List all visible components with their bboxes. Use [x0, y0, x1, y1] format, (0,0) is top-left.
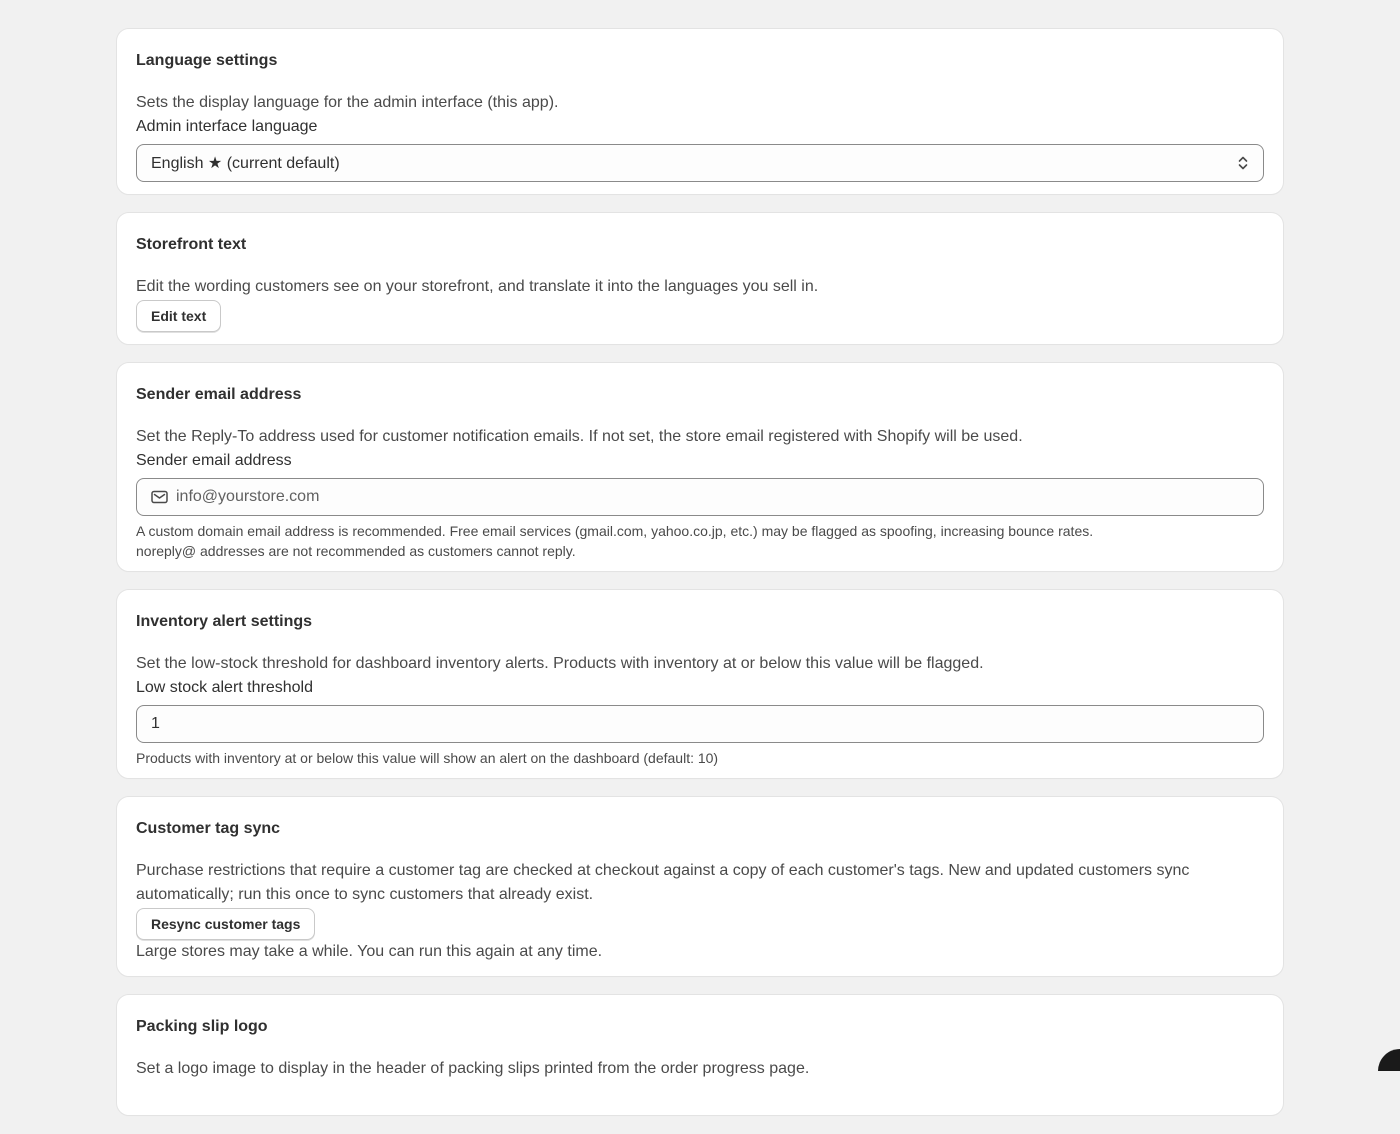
language-settings-card: Language settings Sets the display langu… [117, 29, 1283, 194]
help-text: Products with inventory at or below this… [136, 750, 719, 766]
card-title: Customer tag sync [136, 820, 281, 837]
low-stock-threshold-input[interactable]: 1 [136, 705, 1264, 743]
field-label: Sender email address [136, 452, 292, 469]
input-placeholder: info@yourstore.com [176, 488, 320, 505]
admin-language-select[interactable]: English ★ (current default) [136, 144, 1264, 182]
sender-email-input[interactable]: info@yourstore.com [136, 478, 1264, 516]
help-text: A custom domain email address is recomme… [136, 521, 1264, 561]
customer-tag-sync-card: Customer tag sync Purchase restrictions … [117, 797, 1283, 976]
card-title: Storefront text [136, 236, 247, 253]
card-title: Packing slip logo [136, 1018, 268, 1035]
chevron-up-down-icon [1237, 154, 1249, 172]
help-text-line-2: noreply@ addresses are not recommended a… [136, 543, 576, 559]
select-value: English ★ (current default) [151, 155, 340, 172]
help-text-line-1: A custom domain email address is recomme… [136, 523, 1094, 539]
field-label: Admin interface language [136, 118, 318, 135]
card-title: Language settings [136, 52, 278, 69]
mail-icon [151, 490, 168, 504]
card-title: Inventory alert settings [136, 613, 313, 630]
field-label: Low stock alert threshold [136, 679, 313, 696]
sender-email-card: Sender email address Set the Reply-To ad… [117, 363, 1283, 571]
card-description: Set the Reply-To address used for custom… [136, 428, 1023, 445]
inventory-alert-card: Inventory alert settings Set the low-sto… [117, 590, 1283, 778]
card-description: Purchase restrictions that require a cus… [136, 862, 1190, 903]
window-corner [1378, 1049, 1400, 1071]
card-description: Sets the display language for the admin … [136, 94, 559, 111]
packing-slip-logo-card: Packing slip logo Set a logo image to di… [117, 995, 1283, 1115]
note-text: Large stores may take a while. You can r… [136, 943, 603, 960]
card-description: Set a logo image to display in the heade… [136, 1060, 810, 1077]
card-description: Set the low-stock threshold for dashboar… [136, 655, 984, 672]
settings-page: Language settings Sets the display langu… [117, 29, 1283, 1134]
storefront-text-card: Storefront text Edit the wording custome… [117, 213, 1283, 344]
resync-customer-tags-button[interactable]: Resync customer tags [136, 908, 316, 940]
edit-text-button[interactable]: Edit text [136, 300, 222, 332]
card-title: Sender email address [136, 386, 302, 403]
card-description: Edit the wording customers see on your s… [136, 278, 819, 295]
input-value: 1 [151, 715, 160, 732]
